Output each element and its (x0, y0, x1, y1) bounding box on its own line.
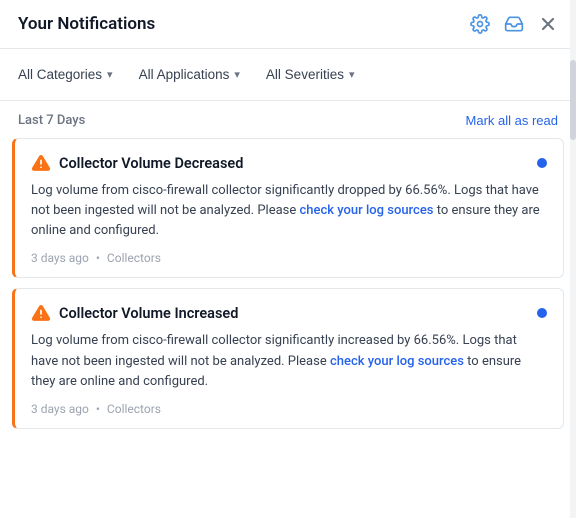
header-actions (470, 14, 558, 34)
scrollbar-thumb[interactable] (570, 60, 576, 140)
notification-body: Log volume from cisco-firewall collector… (31, 331, 547, 391)
chevron-down-icon: ▾ (107, 68, 113, 81)
filter-all-severities[interactable]: All Severities ▾ (266, 63, 363, 86)
notification-link[interactable]: check your log sources (300, 203, 434, 218)
inbox-icon[interactable] (504, 14, 524, 34)
notification-title-row: Collector Volume Decreased (31, 153, 243, 173)
notification-card: Collector Volume Increased Log volume fr… (12, 288, 564, 428)
notification-body: Log volume from cisco-firewall collector… (31, 181, 547, 241)
section-label: Last 7 Days (18, 113, 85, 128)
notifications-panel: Your Notifications (0, 0, 576, 518)
notification-title-row: Collector Volume Increased (31, 303, 238, 323)
settings-icon[interactable] (470, 14, 490, 34)
warning-icon (31, 303, 51, 323)
notification-link[interactable]: check your log sources (330, 354, 464, 369)
filter-all-categories[interactable]: All Categories ▾ (18, 63, 121, 86)
unread-dot (537, 158, 547, 168)
panel-title: Your Notifications (18, 14, 155, 34)
section-header: Last 7 Days Mark all as read (0, 101, 576, 138)
warning-icon (31, 153, 51, 173)
notification-meta: 3 days ago • Collectors (31, 251, 547, 265)
notification-card: Collector Volume Decreased Log volume fr… (12, 138, 564, 278)
notifications-list: Collector Volume Decreased Log volume fr… (0, 138, 576, 518)
panel-header: Your Notifications (0, 0, 576, 49)
notification-header: Collector Volume Decreased (31, 153, 547, 173)
filter-bar: All Categories ▾ All Applications ▾ All … (0, 49, 576, 101)
unread-dot (537, 308, 547, 318)
notification-header: Collector Volume Increased (31, 303, 547, 323)
notification-title: Collector Volume Decreased (59, 155, 243, 172)
notification-title: Collector Volume Increased (59, 305, 238, 322)
chevron-down-icon: ▾ (234, 68, 240, 81)
chevron-down-icon: ▾ (349, 68, 355, 81)
scrollbar-track[interactable] (570, 0, 576, 518)
close-icon[interactable] (538, 14, 558, 34)
mark-all-read-button[interactable]: Mark all as read (466, 113, 558, 128)
notification-meta: 3 days ago • Collectors (31, 402, 547, 416)
filter-all-applications[interactable]: All Applications ▾ (139, 63, 248, 86)
